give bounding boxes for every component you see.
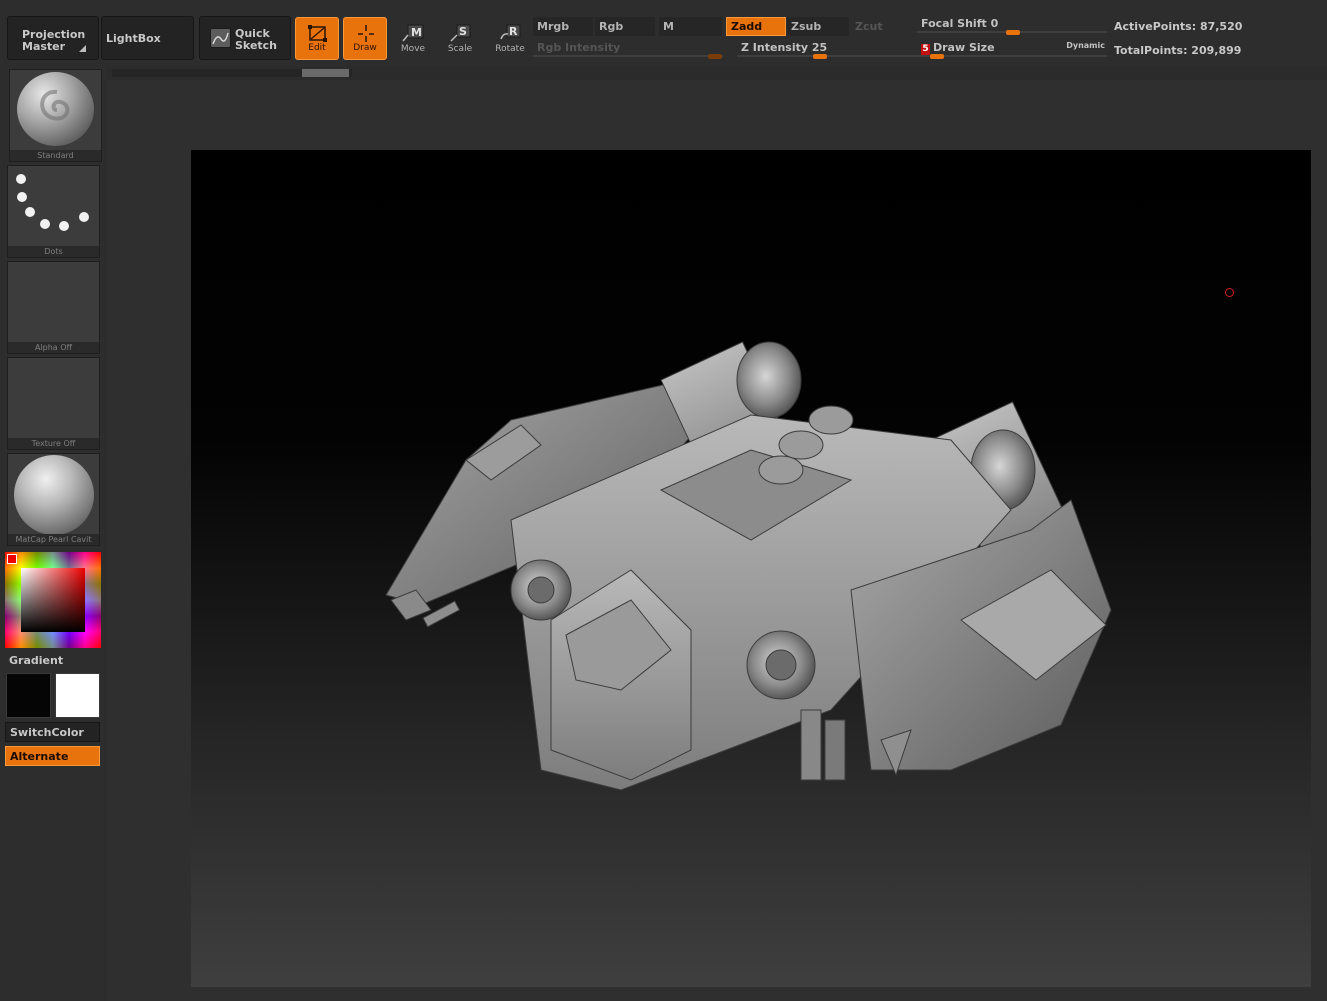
edit-label: Edit <box>308 43 326 53</box>
zcut-button[interactable]: Zcut <box>851 17 911 36</box>
slider-knob[interactable] <box>930 54 944 59</box>
lightbox-label: LightBox <box>106 32 161 45</box>
matcap-sphere-icon <box>14 455 94 535</box>
draw-label: Draw <box>353 43 377 53</box>
draw-mode-button[interactable]: Draw <box>343 17 387 60</box>
focal-shift-label: Focal Shift 0 <box>921 17 999 30</box>
focal-shift-slider[interactable]: Focal Shift 0 <box>917 14 1107 36</box>
rgb-intensity-label: Rgb Intensity <box>537 41 621 54</box>
texture-selector[interactable]: Texture Off <box>7 357 100 450</box>
projection-master-label: Projection Master <box>22 28 86 53</box>
rotate-label: Rotate <box>495 44 525 54</box>
rgb-intensity-slider[interactable]: Rgb Intensity <box>533 38 723 60</box>
move-mode-button[interactable]: M Move <box>391 17 435 60</box>
active-points-readout: ActivePoints: 87,520 <box>1114 20 1243 33</box>
alternate-button[interactable]: Alternate <box>5 746 100 766</box>
brush-selector[interactable]: Standard <box>9 69 102 162</box>
texture-name: Texture Off <box>8 438 99 449</box>
total-points-readout: TotalPoints: 209,899 <box>1114 44 1242 57</box>
svg-text:M: M <box>411 26 422 39</box>
main-color-swatch[interactable] <box>6 673 51 718</box>
scale-icon: S <box>450 24 471 42</box>
m-button[interactable]: M <box>659 17 722 36</box>
standard-brush-icon <box>17 72 94 146</box>
canvas-scroll-thumb[interactable] <box>302 69 349 77</box>
alpha-name: Alpha Off <box>8 342 99 353</box>
scale-mode-button[interactable]: S Scale <box>438 17 482 60</box>
slider-knob[interactable] <box>708 54 722 59</box>
scale-label: Scale <box>447 44 473 54</box>
expand-corner-icon <box>79 45 86 52</box>
zadd-button[interactable]: Zadd <box>726 17 786 36</box>
slider-track <box>917 55 1107 57</box>
color-marker <box>7 554 17 564</box>
edit-icon <box>308 25 327 42</box>
stroke-name: Dots <box>8 246 99 257</box>
quick-sketch-button[interactable]: Quick Sketch <box>199 16 291 60</box>
brush-name: Standard <box>10 150 101 161</box>
move-label: Move <box>400 44 426 54</box>
gradient-button[interactable]: Gradient <box>5 651 100 671</box>
draw-icon <box>358 25 374 42</box>
material-selector[interactable]: MatCap Pearl Cavit <box>7 453 100 546</box>
top-toolbar: Projection Master LightBox Quick Sketch … <box>0 0 1327 66</box>
alpha-selector[interactable]: Alpha Off <box>7 261 100 354</box>
quick-sketch-icon <box>210 28 231 48</box>
color-picker[interactable] <box>5 552 101 648</box>
slider-track <box>737 55 917 57</box>
quick-sketch-label: Quick Sketch <box>235 27 278 52</box>
brush-cursor <box>1225 288 1234 297</box>
z-intensity-label: Z Intensity 25 <box>741 41 828 54</box>
projection-master-button[interactable]: Projection Master <box>7 16 99 60</box>
secondary-color-swatch[interactable] <box>55 673 100 718</box>
move-icon: M <box>402 24 424 42</box>
document-canvas[interactable] <box>191 150 1311 987</box>
draw-size-value: 5 <box>921 44 930 55</box>
zsub-button[interactable]: Zsub <box>787 17 849 36</box>
slider-track <box>533 55 723 57</box>
slider-knob[interactable] <box>813 54 827 59</box>
rotate-icon: R <box>500 24 521 40</box>
draw-size-slider[interactable]: 5 Draw Size Dynamic <box>917 38 1107 60</box>
left-shelf: Standard Dots Alpha Off Texture Off MatC… <box>0 66 107 1001</box>
draw-size-label: Draw Size <box>933 41 995 54</box>
draw-size-text: 5 Draw Size <box>921 41 995 55</box>
mrgb-button[interactable]: Mrgb <box>533 17 593 36</box>
svg-text:R: R <box>509 25 518 38</box>
lightbox-button[interactable]: LightBox <box>101 16 194 60</box>
z-intensity-slider[interactable]: Z Intensity 25 <box>737 38 917 60</box>
rotate-mode-button[interactable]: R Rotate <box>488 17 532 60</box>
stroke-selector[interactable]: Dots <box>7 165 100 258</box>
color-saturation-value-square[interactable] <box>21 568 85 632</box>
rgb-button[interactable]: Rgb <box>595 17 655 36</box>
dynamic-toggle[interactable]: Dynamic <box>1066 41 1105 50</box>
slider-knob[interactable] <box>1006 30 1020 35</box>
svg-text:S: S <box>459 25 467 38</box>
edit-mode-button[interactable]: Edit <box>295 17 339 60</box>
material-name: MatCap Pearl Cavit <box>8 534 99 545</box>
switch-color-button[interactable]: SwitchColor <box>5 722 100 742</box>
spaceship-model[interactable] <box>191 150 1311 987</box>
